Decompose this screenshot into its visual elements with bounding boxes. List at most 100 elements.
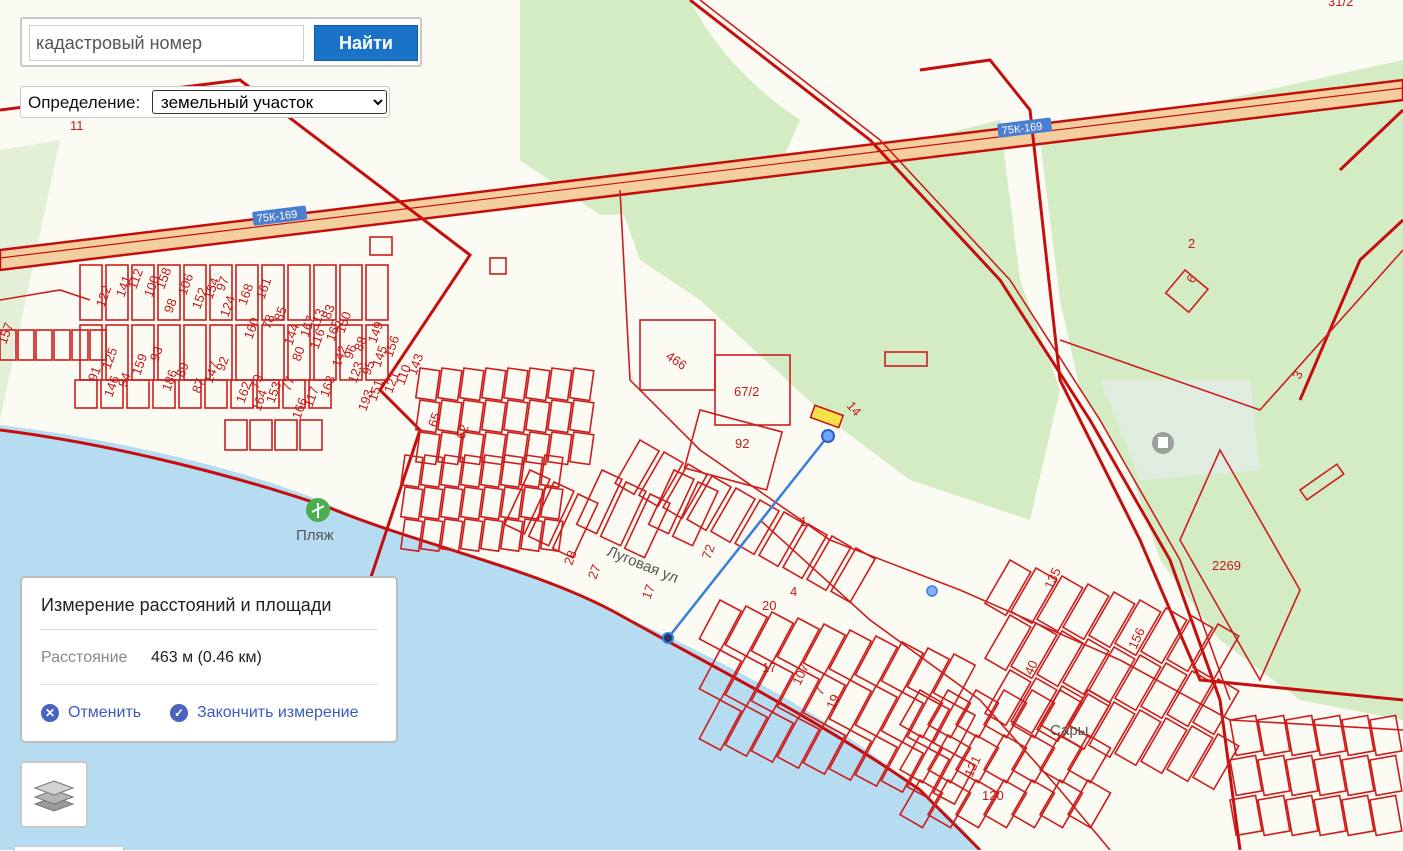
parcel-shape [781,522,829,580]
parcel-shape [568,399,595,434]
parcel-shape [274,419,298,451]
parcel-number: 67/2 [734,384,759,399]
parcel-shape [459,486,484,521]
parcel-shape [709,486,757,544]
parcel-shape [776,616,821,670]
parcel-shape [204,379,228,409]
parcel-shape [568,431,595,466]
measurement-title: Измерение расстояний и площади [41,595,332,615]
parcel-shape [1313,754,1347,797]
parcel-shape [480,367,507,402]
close-icon: ✕ [41,704,59,722]
parcel-number: 2 [1188,236,1195,251]
parcel-shape [399,486,424,521]
parcel-shape [1229,754,1263,797]
parcel-shape [982,733,1028,784]
parcel-shape [459,518,484,553]
parcel-shape [1285,754,1319,797]
measure-point-start [662,632,674,644]
parcel-shape [623,492,672,559]
parcel-shape [519,518,544,553]
check-icon: ✓ [170,704,188,722]
forest-area [0,140,60,420]
definition-select[interactable]: земельный участок [152,90,387,114]
parcel-shape [575,468,624,535]
parcel-shape [35,329,53,361]
parcel-shape [685,474,733,532]
parcel-number: 28 [561,548,580,567]
parcel-shape [399,454,424,489]
parcel-number: 156 [381,334,403,360]
cancel-measurement-button[interactable]: ✕ Отменить [41,704,141,722]
parcel-shape [1010,778,1056,829]
parcel-number: 120 [982,788,1004,803]
parcel-shape [1341,794,1375,837]
parcel-number: 1 [800,514,807,529]
cadastral-search-input[interactable] [29,25,304,61]
parcel-shape [419,454,444,489]
parcel-shape [647,468,696,535]
parcel-shape [480,399,507,434]
parcel-number: 149 [365,320,387,346]
parcel-shape [499,454,524,489]
parcel-shape [982,688,1028,739]
parcel-shape [750,610,795,664]
parcel-shape [479,486,504,521]
measure-point-end [821,429,835,443]
parcel-shape [1341,754,1375,797]
parcel-number: 135 [1041,565,1064,591]
panel-edge [14,846,124,851]
parcel-number: 72 [699,542,718,561]
parcel-shape [546,431,573,466]
parcel-shape [724,604,769,658]
divider [40,629,378,630]
parcel-shape [1313,794,1347,837]
parcel-number: 20 [762,598,776,613]
parcel-shape [613,438,661,496]
parcel-shape [224,419,248,451]
parcel-shape [299,419,323,451]
measure-hover-point [926,585,938,597]
search-button[interactable]: Найти [314,25,418,61]
parcel-shape [599,480,648,547]
parcel-number: 466 [663,348,689,373]
parcel-shape [1341,714,1375,757]
parcel-shape [479,454,504,489]
parcel-shape [568,367,595,402]
parcel-shape [1038,778,1084,829]
parcel-shape [1257,794,1291,837]
layers-button[interactable] [20,761,88,828]
parcel-shape [261,324,285,381]
layers-icon [33,779,75,812]
parcel-number: 62 [453,422,472,441]
parcel-shape [479,518,504,553]
cancel-label: Отменить [68,704,142,721]
parcel-shape [53,329,71,361]
monument-icon [1152,432,1174,454]
finish-measurement-button[interactable]: ✓ Закончить измерение [170,704,359,722]
parcel-number: 163 [317,374,339,400]
parcel-shape [524,399,551,434]
parcel-shape [1066,733,1112,784]
parcel-shape [1285,794,1319,837]
distance-value: 463 м (0.46 км) [151,649,262,666]
definition-label: Определение: [28,93,141,112]
parcel-number: 7 [811,684,828,697]
parcel-shape [932,652,977,706]
parcel-number: 122 [93,284,115,310]
parcel-shape [74,379,98,409]
measurement-panel: Измерение расстояний и площади Расстояни… [20,576,398,743]
parcel-shape [419,486,444,521]
distance-label: Расстояние [41,649,128,666]
parcel-shape [365,264,389,321]
divider [40,684,378,685]
parcel-shape [527,480,576,547]
parcel-number: 27 [585,562,604,581]
parcel-shape [829,546,877,604]
parcel-number: 92 [735,436,749,451]
cemetery-area [1100,380,1260,480]
parcel-shape [1313,714,1347,757]
parcel-shape [436,367,463,402]
parcel-number: 161 [253,276,275,302]
parcel-shape [502,367,529,402]
